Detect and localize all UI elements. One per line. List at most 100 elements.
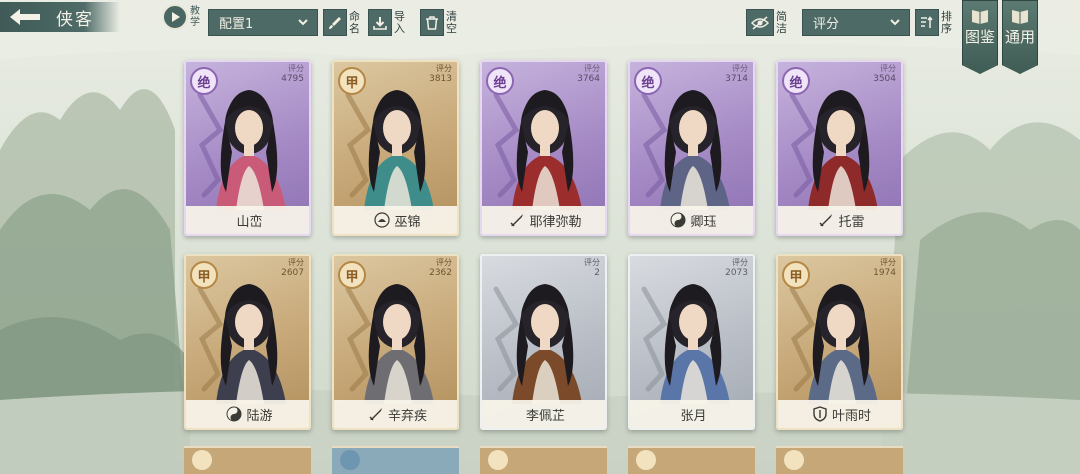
play-icon bbox=[162, 4, 188, 30]
hero-name: 陆游 bbox=[246, 408, 273, 424]
card-peek[interactable] bbox=[184, 446, 311, 474]
sort-icon bbox=[915, 9, 939, 36]
rank-badge: 甲 bbox=[338, 67, 366, 95]
hero-name-plate: 陆游 bbox=[186, 400, 309, 428]
score-label: 评分 bbox=[732, 64, 748, 73]
eye-slash-icon bbox=[746, 9, 774, 36]
tab-general-label: 通用 bbox=[1004, 28, 1035, 46]
hero-name-plate: 山峦 bbox=[186, 206, 309, 234]
hero-name: 巫锦 bbox=[394, 214, 421, 230]
score-box: 评分 3504 bbox=[873, 64, 896, 84]
hero-name-plate: 张月 bbox=[630, 400, 753, 428]
score-label: 评分 bbox=[880, 258, 896, 267]
score-box: 评分 1974 bbox=[873, 258, 896, 278]
tab-atlas-label: 图鉴 bbox=[964, 28, 995, 46]
top-bar: 侠客 教学 配置1 命名 导入 清空 简洁 评分 排序 图鉴 通用 bbox=[0, 0, 1080, 74]
brush-icon bbox=[323, 9, 347, 36]
score-box: 评分 4795 bbox=[281, 64, 304, 84]
trash-icon bbox=[420, 9, 444, 36]
rank-badge: 绝 bbox=[486, 67, 514, 95]
yinyang-icon bbox=[226, 406, 242, 422]
hero-name: 山峦 bbox=[236, 214, 263, 230]
import-label: 导入 bbox=[394, 9, 405, 35]
rank-badge: 绝 bbox=[190, 67, 218, 95]
hero-name-plate: 叶雨时 bbox=[778, 400, 901, 428]
blade-icon bbox=[368, 406, 384, 422]
hero-card[interactable]: 甲 评分 1974 叶雨时 bbox=[776, 254, 903, 430]
hero-name: 张月 bbox=[680, 408, 707, 424]
score-box: 评分 2362 bbox=[429, 258, 452, 278]
score-value: 2073 bbox=[725, 268, 748, 278]
rank-badge: 绝 bbox=[634, 67, 662, 95]
rank-badge: 甲 bbox=[782, 261, 810, 289]
score-value: 3714 bbox=[725, 74, 748, 84]
clear-button[interactable]: 清空 bbox=[420, 9, 458, 36]
arrow-left-icon bbox=[10, 9, 40, 25]
card-peek[interactable] bbox=[628, 446, 755, 474]
hero-name-plate: 耶律弥勒 bbox=[482, 206, 605, 234]
card-peek[interactable] bbox=[332, 446, 459, 474]
shield-icon bbox=[812, 406, 828, 422]
score-label: 评分 bbox=[584, 64, 600, 73]
score-box: 评分 2607 bbox=[281, 258, 304, 278]
score-select[interactable]: 评分 bbox=[802, 9, 910, 36]
score-box: 评分 2 bbox=[584, 258, 600, 278]
download-icon bbox=[368, 9, 392, 36]
card-peek[interactable] bbox=[480, 446, 607, 474]
hero-name: 李佩芷 bbox=[525, 408, 565, 424]
hero-name-plate: 辛弃疾 bbox=[334, 400, 457, 428]
tab-atlas[interactable]: 图鉴 bbox=[962, 0, 998, 74]
score-value: 2607 bbox=[281, 268, 304, 278]
import-button[interactable]: 导入 bbox=[368, 9, 406, 36]
score-value: 2 bbox=[594, 268, 600, 278]
sort-button[interactable]: 排序 bbox=[915, 9, 953, 36]
hero-name-plate: 卿珏 bbox=[630, 206, 753, 234]
hero-name-plate: 托雷 bbox=[778, 206, 901, 234]
tab-general[interactable]: 通用 bbox=[1002, 0, 1038, 74]
hero-card[interactable]: 甲 评分 2362 辛弃疾 bbox=[332, 254, 459, 430]
config-select[interactable]: 配置1 bbox=[208, 9, 318, 36]
tutorial-label: 教学 bbox=[190, 6, 200, 28]
score-value: 1974 bbox=[873, 268, 896, 278]
hero-name-plate: 巫锦 bbox=[334, 206, 457, 234]
score-label: 评分 bbox=[584, 258, 600, 267]
yinyang-icon bbox=[670, 212, 686, 228]
config-select-value: 配置1 bbox=[219, 17, 254, 32]
score-label: 评分 bbox=[436, 258, 452, 267]
score-value: 3813 bbox=[429, 74, 452, 84]
hero-card[interactable]: 评分 2073 张月 bbox=[628, 254, 755, 430]
page-title: 侠客 bbox=[56, 9, 94, 30]
back-button[interactable]: 侠客 bbox=[0, 2, 120, 32]
chevron-down-icon bbox=[890, 19, 900, 26]
hero-card[interactable]: 绝 评分 4795 山峦 bbox=[184, 60, 311, 236]
hero-card[interactable]: 绝 评分 3714 卿珏 bbox=[628, 60, 755, 236]
hero-name: 耶律弥勒 bbox=[529, 214, 582, 230]
chevron-down-icon bbox=[298, 19, 308, 26]
simple-view-button[interactable]: 简洁 bbox=[746, 9, 788, 36]
score-label: 评分 bbox=[436, 64, 452, 73]
hero-name: 辛弃疾 bbox=[387, 408, 427, 424]
hero-card[interactable]: 甲 评分 3813 巫锦 bbox=[332, 60, 459, 236]
rename-button[interactable]: 命名 bbox=[323, 9, 361, 36]
hero-card[interactable]: 绝 评分 3764 耶律弥勒 bbox=[480, 60, 607, 236]
rank-badge: 绝 bbox=[782, 67, 810, 95]
hero-name: 托雷 bbox=[838, 214, 865, 230]
score-label: 评分 bbox=[288, 64, 304, 73]
score-box: 评分 3714 bbox=[725, 64, 748, 84]
card-peek[interactable] bbox=[776, 446, 903, 474]
score-box: 评分 3813 bbox=[429, 64, 452, 84]
lotus-icon bbox=[374, 212, 391, 228]
hero-card[interactable]: 评分 2 李佩芷 bbox=[480, 254, 607, 430]
simple-label: 简洁 bbox=[776, 9, 787, 35]
hero-name: 卿珏 bbox=[690, 214, 717, 230]
book-icon bbox=[1012, 10, 1028, 24]
tutorial-button[interactable]: 教学 bbox=[162, 2, 206, 32]
clear-label: 清空 bbox=[446, 9, 457, 35]
score-value: 4795 bbox=[281, 74, 304, 84]
score-box: 评分 3764 bbox=[577, 64, 600, 84]
hero-name: 叶雨时 bbox=[831, 408, 871, 424]
hero-card[interactable]: 绝 评分 3504 托雷 bbox=[776, 60, 903, 236]
rank-badge: 甲 bbox=[190, 261, 218, 289]
blade-icon bbox=[509, 212, 525, 228]
hero-card[interactable]: 甲 评分 2607 陆游 bbox=[184, 254, 311, 430]
